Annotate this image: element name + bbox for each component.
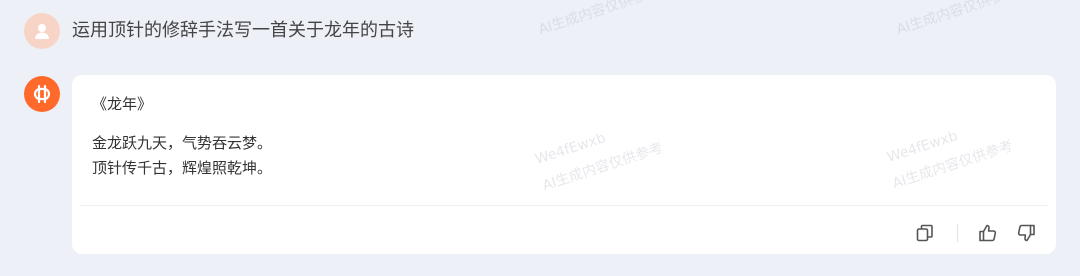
copy-button[interactable] (913, 221, 937, 245)
watermark: AI生成内容仅供参考 (894, 0, 1020, 39)
assistant-response-card: 《龙年》 金龙跃九天，气势吞云梦。 顶针传千古，辉煌照乾坤。 (72, 75, 1056, 254)
poem-line: 顶针传千古，辉煌照乾坤。 (92, 159, 273, 177)
like-button[interactable] (976, 221, 1000, 245)
poem-body: 金龙跃九天，气势吞云梦。 顶针传千古，辉煌照乾坤。 (92, 131, 272, 181)
thumbs-down-icon (1017, 224, 1035, 242)
watermark: AI生成内容仅供参考 (536, 0, 662, 39)
response-actions (913, 221, 1038, 245)
action-separator (957, 224, 958, 242)
divider (80, 205, 1048, 206)
poem-line: 金龙跃九天，气势吞云梦。 (92, 134, 273, 152)
user-avatar (24, 13, 60, 49)
assistant-logo-icon (33, 84, 51, 104)
user-icon (35, 24, 49, 39)
thumbs-up-icon (979, 224, 997, 242)
user-message: 运用顶针的修辞手法写一首关于龙年的古诗 (72, 20, 414, 41)
assistant-avatar (24, 76, 60, 112)
copy-icon (916, 224, 933, 242)
poem-title: 《龙年》 (92, 95, 153, 113)
dislike-button[interactable] (1014, 221, 1038, 245)
